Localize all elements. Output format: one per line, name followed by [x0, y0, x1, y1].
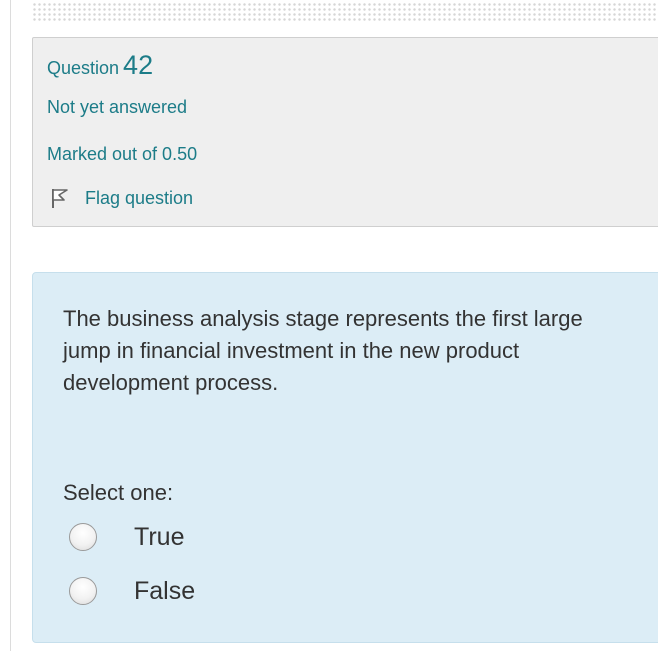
page-left-border — [10, 0, 11, 651]
flag-question-label: Flag question — [85, 187, 194, 208]
option-label-false: False — [134, 576, 196, 605]
question-grade: Marked out of 0.50 — [47, 144, 198, 164]
option-true[interactable]: True — [69, 520, 184, 554]
radio-button-false[interactable] — [69, 577, 97, 605]
question-info-panel: Question 42 Not yet answered Marked out o… — [32, 37, 658, 227]
question-label: Question — [47, 58, 120, 78]
question-content-panel: The business analysis stage represents t… — [32, 272, 658, 643]
question-state: Not yet answered — [47, 97, 188, 117]
question-heading: Question 42 — [47, 50, 153, 81]
option-label-true: True — [134, 522, 185, 551]
question-text: The business analysis stage represents t… — [63, 306, 583, 395]
option-false[interactable]: False — [69, 574, 195, 608]
select-one-prompt: Select one: — [63, 480, 174, 505]
question-number: 42 — [123, 50, 154, 80]
flag-question-link[interactable]: Flag question — [47, 184, 193, 212]
flag-icon — [52, 189, 68, 208]
dotted-separator — [32, 2, 658, 22]
radio-button-true[interactable] — [69, 523, 97, 551]
